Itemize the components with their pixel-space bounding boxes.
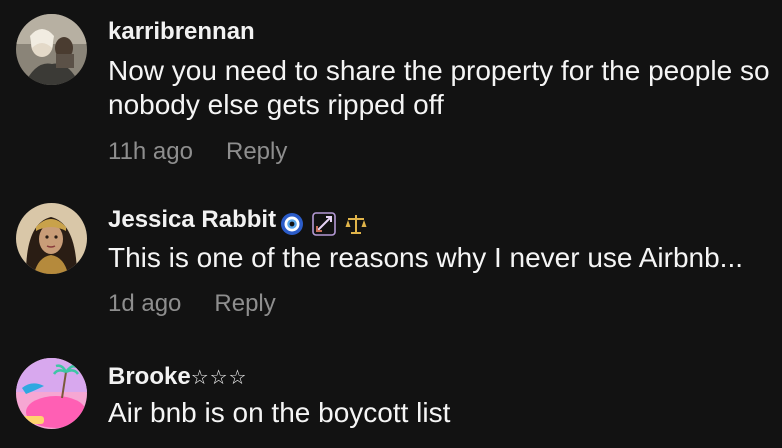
username-badges bbox=[280, 209, 376, 237]
comment-text: Now you need to share the property for t… bbox=[108, 55, 770, 120]
comment-meta: 11h ago Reply bbox=[108, 138, 287, 166]
avatar[interactable] bbox=[16, 358, 87, 429]
nazar-eye-icon bbox=[281, 212, 304, 235]
comment-username[interactable]: karribrennan bbox=[108, 18, 255, 46]
username-decoration: ☆☆☆ bbox=[190, 367, 248, 389]
comment-meta: 1d ago Reply bbox=[108, 290, 276, 318]
comment-username[interactable]: Brooke☆☆☆ bbox=[108, 363, 247, 392]
comment-timestamp: 1d ago bbox=[108, 290, 182, 317]
comment-item: Brooke☆☆☆ Air bnb is on the boycott list bbox=[0, 345, 782, 448]
username-text: Jessica Rabbit bbox=[108, 206, 277, 233]
avatar[interactable] bbox=[16, 203, 87, 274]
comment-username[interactable]: Jessica Rabbit bbox=[108, 206, 376, 237]
username-text: Brooke bbox=[108, 363, 191, 390]
comment-item: karribrennan Now you need to share the p… bbox=[0, 0, 782, 180]
reply-button[interactable]: Reply bbox=[226, 138, 287, 165]
comment-item: Jessica Rabbit This is one of the reason… bbox=[0, 190, 782, 340]
comment-timestamp: 11h ago bbox=[108, 138, 193, 165]
reply-button[interactable]: Reply bbox=[214, 290, 275, 317]
bow-and-arrow-icon bbox=[312, 211, 336, 236]
comment-text: This is one of the reasons why I never u… bbox=[108, 242, 744, 273]
scales-icon bbox=[345, 214, 367, 234]
avatar[interactable] bbox=[16, 14, 87, 85]
comment-text: Air bnb is on the boycott list bbox=[108, 397, 451, 428]
